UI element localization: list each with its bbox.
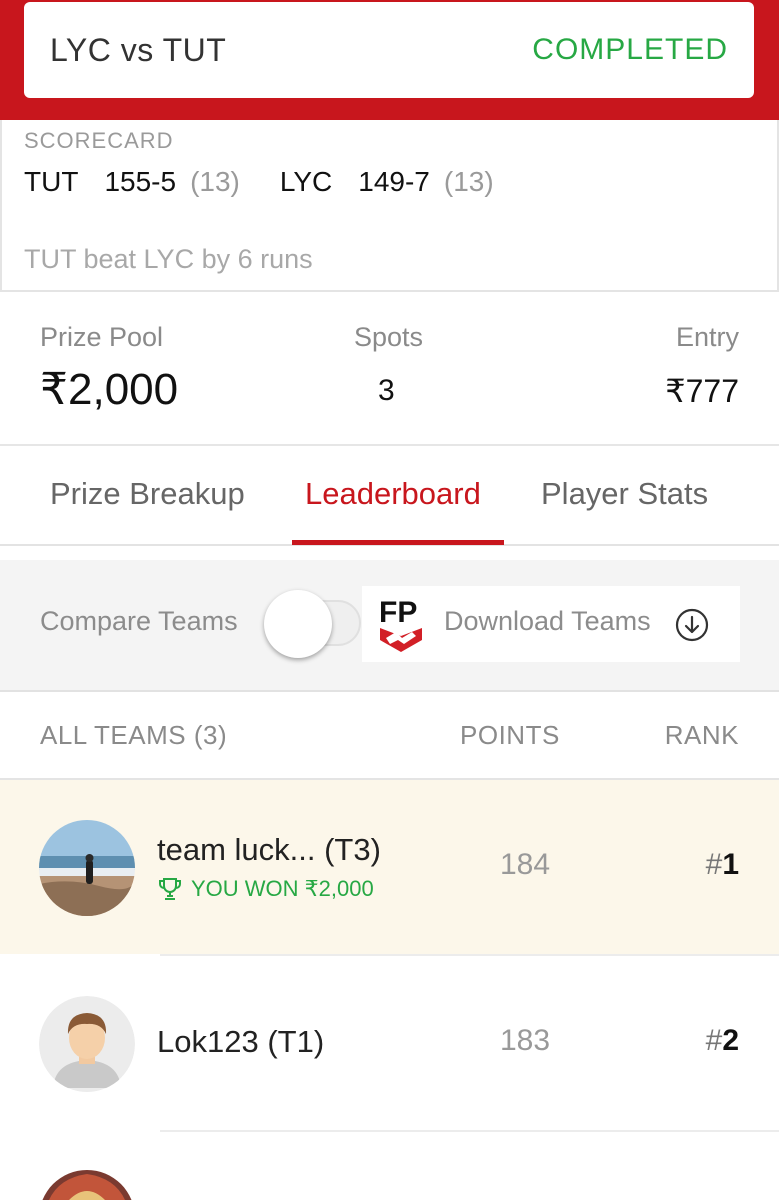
toggle-knob[interactable] (264, 590, 332, 658)
winnings-text: YOU WON ₹2,000 (191, 876, 374, 901)
contest-tabs: Prize Breakup Leaderboard Player Stats (0, 446, 779, 546)
compare-teams-label: Compare Teams (40, 606, 238, 636)
rank-number: 1 (722, 848, 739, 881)
team-rank: #1 (706, 848, 739, 882)
entry-label: Entry (675, 322, 739, 352)
spots-label: Spots (354, 322, 424, 352)
tab-leaderboard[interactable]: Leaderboard (305, 476, 481, 512)
match-title: LYC vs TUT (50, 31, 227, 68)
trophy-icon (159, 878, 181, 900)
innings-1-team: TUT (24, 166, 79, 197)
download-teams-label: Download Teams (444, 606, 651, 636)
points-header: POINTS (460, 720, 560, 750)
innings-1-score: 155-5 (104, 166, 177, 197)
contest-info: Prize Pool ₹2,000 Spots 3 Entry ₹777 (0, 292, 779, 446)
download-icon (675, 608, 709, 642)
innings-1-overs: (13) (190, 166, 240, 197)
scorecard: SCORECARD TUT 155-5 (13) LYC 149-7 (13) … (0, 120, 779, 292)
tab-player-stats[interactable]: Player Stats (541, 476, 708, 512)
fp-logo-icon: FP (379, 596, 422, 652)
default-avatar-icon (39, 996, 135, 1092)
match-card: LYC vs TUT COMPLETED (24, 2, 754, 98)
innings-2-score: 149-7 (358, 166, 430, 197)
rank-header: RANK (664, 720, 739, 750)
team-avatar-beach (39, 820, 135, 916)
team-points: 183 (500, 1024, 551, 1057)
rank-hash: # (705, 848, 723, 881)
rank-number: 2 (722, 1024, 739, 1057)
scorecard-innings: TUT 155-5 (13) LYC 149-7 (13) (24, 166, 534, 198)
match-status: COMPLETED (532, 33, 728, 66)
winnings-badge: YOU WON ₹2,000 (157, 876, 374, 902)
team-rank: #2 (706, 1024, 739, 1058)
rank-hash: # (705, 1024, 723, 1057)
spots-value: 3 (378, 374, 395, 407)
scorecard-label: SCORECARD (24, 128, 174, 153)
team-points: 184 (500, 848, 551, 881)
prize-pool-label: Prize Pool (40, 322, 164, 352)
table-row[interactable]: Lok123 (T1) 183 #2 (0, 956, 779, 1130)
prize-pool-value: ₹2,000 (40, 365, 179, 414)
team-avatar-partial (39, 1170, 135, 1200)
download-teams-button[interactable]: FP Download Teams (362, 586, 740, 662)
active-tab-indicator (292, 540, 504, 545)
match-header: LYC vs TUT COMPLETED (0, 0, 779, 120)
team-name: team luck... (T3) (157, 832, 381, 867)
table-row[interactable]: team luck... (T3) YOU WON ₹2,000 184 #1 (0, 780, 779, 954)
innings-2-team: LYC (279, 166, 333, 197)
row-divider (160, 1130, 779, 1132)
innings-2-overs: (13) (443, 166, 494, 197)
all-teams-header: ALL TEAMS (3) (40, 720, 228, 750)
entry-value: ₹777 (665, 373, 739, 409)
team-name: Lok123 (T1) (157, 1024, 325, 1059)
match-result: TUT beat LYC by 6 runs (24, 244, 313, 274)
tab-prize-breakup[interactable]: Prize Breakup (50, 476, 245, 512)
leaderboard-header: ALL TEAMS (3) POINTS RANK (0, 692, 779, 780)
svg-text:FP: FP (379, 596, 417, 629)
